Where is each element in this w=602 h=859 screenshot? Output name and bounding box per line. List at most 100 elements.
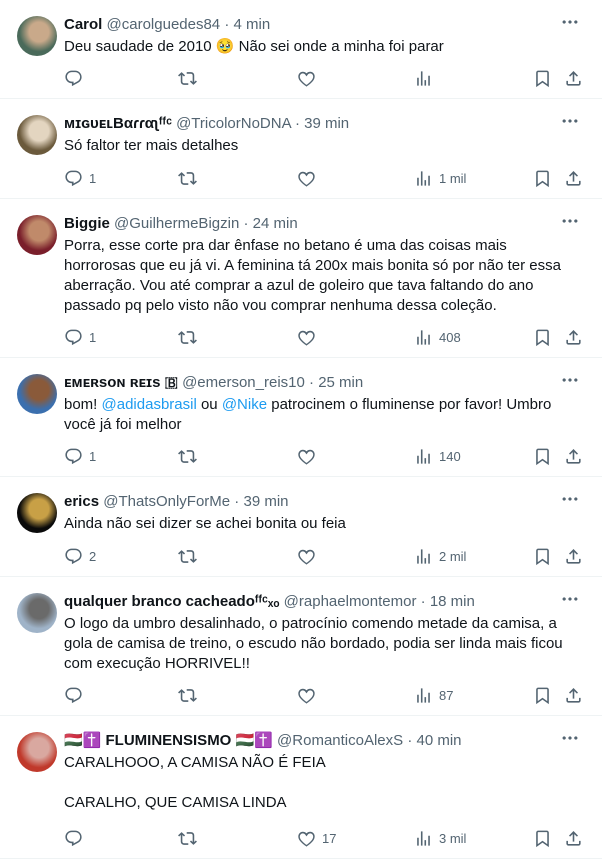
reply-button[interactable] bbox=[64, 68, 89, 88]
avatar[interactable] bbox=[17, 115, 57, 155]
retweet-button[interactable] bbox=[178, 828, 203, 848]
tweet-time[interactable]: 18 min bbox=[430, 593, 475, 610]
bookmark-button[interactable] bbox=[533, 828, 552, 848]
retweet-icon bbox=[178, 686, 197, 705]
author-name[interactable]: 🇭🇺✝️ FLUMINENSISMO 🇭🇺✝️ bbox=[64, 732, 273, 749]
avatar[interactable] bbox=[17, 732, 57, 772]
author-name[interactable]: erics bbox=[64, 493, 99, 510]
author-handle[interactable]: @RomanticoAlexS bbox=[277, 732, 403, 749]
bookmark-icon bbox=[533, 547, 552, 566]
retweet-button[interactable] bbox=[178, 546, 203, 566]
replies-count: 1 bbox=[89, 329, 97, 345]
author-handle[interactable]: @TricolorNoDNA bbox=[176, 115, 291, 132]
retweet-button[interactable] bbox=[178, 327, 203, 347]
avatar[interactable] bbox=[17, 374, 57, 414]
author-handle[interactable]: @raphaelmontemor bbox=[284, 593, 417, 610]
tweet-time[interactable]: 24 min bbox=[253, 215, 298, 232]
views-icon bbox=[414, 547, 433, 566]
tweet[interactable]: qualquer branco cacheadoᶠᶠᶜₓₒ @raphaelmo… bbox=[0, 577, 602, 716]
tweet[interactable]: Carol @carolguedes84 · 4 min Deu saudade … bbox=[0, 0, 602, 99]
tweet-time[interactable]: 40 min bbox=[417, 732, 462, 749]
avatar[interactable] bbox=[17, 16, 57, 56]
tweet-time[interactable]: 25 min bbox=[318, 374, 363, 391]
share-button[interactable] bbox=[564, 685, 583, 705]
author-handle[interactable]: @emerson_reis10 bbox=[182, 374, 305, 391]
author-name[interactable]: Carol bbox=[64, 16, 102, 33]
views-button[interactable]: 2 mil bbox=[414, 546, 466, 566]
tweet-time[interactable]: 4 min bbox=[234, 16, 271, 33]
views-count: 2 mil bbox=[439, 548, 467, 564]
reply-button[interactable]: 2 bbox=[64, 546, 96, 566]
retweet-button[interactable] bbox=[178, 168, 203, 188]
author-name[interactable]: Biggie bbox=[64, 215, 110, 232]
tweet-time[interactable]: 39 min bbox=[304, 115, 349, 132]
author-name[interactable]: ᴍɪɢᴜᴇʟBαɾɾαʅᶠᶠᶜ bbox=[64, 115, 172, 132]
tweet[interactable]: 🇭🇺✝️ FLUMINENSISMO 🇭🇺✝️ @RomanticoAlexS … bbox=[0, 716, 602, 859]
mention-link[interactable]: @Nike bbox=[222, 396, 267, 413]
likes-count: 17 bbox=[322, 830, 337, 846]
tweet-actions: 1 1 mil bbox=[64, 168, 582, 188]
bookmark-button[interactable] bbox=[533, 327, 552, 347]
like-button[interactable] bbox=[297, 546, 322, 566]
reply-button[interactable]: 1 bbox=[64, 327, 96, 347]
tweet-header: ᴇᴍᴇʀsᴏɴ ʀᴇɪs 🇧 @emerson_reis10 · 25 min bbox=[64, 373, 578, 393]
mention-link[interactable]: @adidasbrasil bbox=[102, 396, 197, 413]
views-button[interactable]: 140 bbox=[414, 446, 461, 466]
bookmark-button[interactable] bbox=[533, 446, 552, 466]
views-count: 140 bbox=[439, 448, 461, 464]
reply-button[interactable] bbox=[64, 828, 89, 848]
tweet-actions: 17 3 mil bbox=[64, 828, 582, 848]
separator: · bbox=[416, 593, 430, 610]
share-button[interactable] bbox=[564, 68, 583, 88]
author-handle[interactable]: @GuilhermeBigzin bbox=[114, 215, 239, 232]
author-name[interactable]: ᴇᴍᴇʀsᴏɴ ʀᴇɪs 🇧 bbox=[64, 374, 178, 391]
views-button[interactable]: 1 mil bbox=[414, 168, 466, 188]
tweet-header: erics @ThatsOnlyForMe · 39 min bbox=[64, 492, 578, 512]
tweet[interactable]: ᴍɪɢᴜᴇʟBαɾɾαʅᶠᶠᶜ @TricolorNoDNA · 39 min S… bbox=[0, 99, 602, 199]
reply-button[interactable] bbox=[64, 685, 89, 705]
share-button[interactable] bbox=[564, 168, 583, 188]
retweet-button[interactable] bbox=[178, 68, 203, 88]
like-button[interactable] bbox=[297, 168, 322, 188]
separator: · bbox=[220, 16, 234, 33]
views-count: 3 mil bbox=[439, 830, 467, 846]
reply-button[interactable]: 1 bbox=[64, 168, 96, 188]
share-button[interactable] bbox=[564, 327, 583, 347]
views-button[interactable] bbox=[414, 68, 439, 88]
tweet-time[interactable]: 39 min bbox=[243, 493, 288, 510]
tweet[interactable]: erics @ThatsOnlyForMe · 39 min Ainda não … bbox=[0, 477, 602, 577]
share-button[interactable] bbox=[564, 546, 583, 566]
heart-icon bbox=[297, 686, 316, 705]
like-button[interactable] bbox=[297, 68, 322, 88]
share-icon bbox=[564, 447, 583, 466]
views-button[interactable]: 3 mil bbox=[414, 828, 466, 848]
tweet[interactable]: ᴇᴍᴇʀsᴏɴ ʀᴇɪs 🇧 @emerson_reis10 · 25 min b… bbox=[0, 358, 602, 477]
share-button[interactable] bbox=[564, 828, 583, 848]
avatar[interactable] bbox=[17, 215, 57, 255]
replies-count: 2 bbox=[89, 548, 97, 564]
bookmark-button[interactable] bbox=[533, 546, 552, 566]
author-name[interactable]: qualquer branco cacheadoᶠᶠᶜₓₒ bbox=[64, 593, 280, 610]
views-button[interactable]: 87 bbox=[414, 685, 453, 705]
bookmark-button[interactable] bbox=[533, 68, 552, 88]
like-button[interactable] bbox=[297, 685, 322, 705]
share-button[interactable] bbox=[564, 446, 583, 466]
like-button[interactable]: 17 bbox=[297, 828, 336, 848]
author-handle[interactable]: @ThatsOnlyForMe bbox=[103, 493, 230, 510]
tweet[interactable]: Biggie @GuilhermeBigzin · 24 min Porra, e… bbox=[0, 199, 602, 358]
tweet-header: 🇭🇺✝️ FLUMINENSISMO 🇭🇺✝️ @RomanticoAlexS … bbox=[64, 731, 578, 751]
reply-button[interactable]: 1 bbox=[64, 446, 96, 466]
bookmark-icon bbox=[533, 169, 552, 188]
avatar[interactable] bbox=[17, 493, 57, 533]
like-button[interactable] bbox=[297, 327, 322, 347]
retweet-button[interactable] bbox=[178, 685, 203, 705]
like-button[interactable] bbox=[297, 446, 322, 466]
bookmark-button[interactable] bbox=[533, 168, 552, 188]
avatar[interactable] bbox=[17, 593, 57, 633]
bookmark-button[interactable] bbox=[533, 685, 552, 705]
text-segment: Só faltor ter mais detalhes bbox=[64, 137, 239, 154]
author-handle[interactable]: @carolguedes84 bbox=[107, 16, 221, 33]
retweet-button[interactable] bbox=[178, 446, 203, 466]
views-button[interactable]: 408 bbox=[414, 327, 461, 347]
tweet-actions: 2 2 mil bbox=[64, 546, 582, 566]
